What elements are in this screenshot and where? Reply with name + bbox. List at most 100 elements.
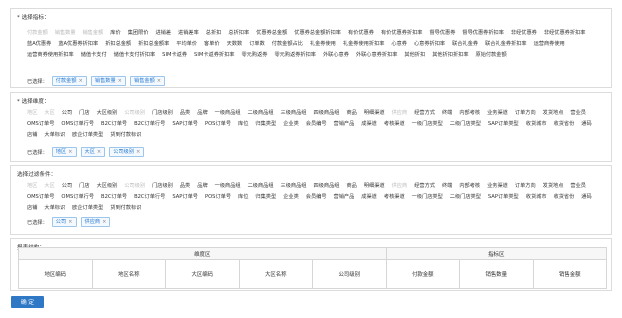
option-item[interactable]: 蓝A优惠券折扣率: [58, 40, 98, 48]
option-item[interactable]: B2C订单号: [101, 193, 127, 201]
close-icon[interactable]: ×: [68, 149, 72, 155]
option-item[interactable]: 公司级别: [124, 109, 145, 117]
report-column-cell[interactable]: 销售金额: [532, 259, 607, 289]
option-item[interactable]: 四级商品组: [314, 182, 340, 190]
option-item[interactable]: 供应商: [392, 182, 408, 190]
option-item[interactable]: 大区: [44, 182, 54, 190]
option-item[interactable]: SAP订单号: [172, 193, 198, 201]
option-item[interactable]: 通码: [581, 193, 591, 201]
option-item[interactable]: 品类: [180, 182, 190, 190]
option-item[interactable]: 门店: [79, 109, 89, 117]
option-item[interactable]: OMS订单号: [27, 120, 54, 128]
option-item[interactable]: 非经优惠券折扣率: [544, 29, 586, 37]
option-item[interactable]: 二级商品组: [248, 182, 274, 190]
option-item[interactable]: 零元购返券折扣率: [274, 51, 316, 59]
option-item[interactable]: SIM卡返券: [162, 51, 187, 59]
option-item[interactable]: 运营商券使用折扣率: [27, 51, 74, 59]
option-item[interactable]: 地区: [27, 182, 37, 190]
option-item[interactable]: 终端: [442, 182, 452, 190]
option-item[interactable]: 督导优惠券折扣率: [462, 29, 504, 37]
option-item[interactable]: 二级门店类型: [450, 193, 481, 201]
option-item[interactable]: 收货省份: [554, 120, 575, 128]
option-item[interactable]: 营业员: [570, 182, 586, 190]
option-item[interactable]: 内部考核: [459, 109, 480, 117]
option-item[interactable]: 礼金券使用: [310, 40, 336, 48]
report-column-cell[interactable]: 地区名称: [91, 259, 166, 289]
option-item[interactable]: 原始付款金额: [476, 51, 507, 59]
option-item[interactable]: SAP订单号: [172, 120, 198, 128]
option-item[interactable]: 联合礼金券: [452, 40, 478, 48]
option-item[interactable]: 欧企订单类型: [72, 131, 103, 139]
close-icon[interactable]: ×: [97, 149, 101, 155]
report-column-cell[interactable]: 地区编码: [18, 259, 93, 289]
option-item[interactable]: 公司: [62, 182, 72, 190]
close-icon[interactable]: ×: [136, 149, 140, 155]
option-item[interactable]: 门店级别: [152, 109, 173, 117]
close-icon[interactable]: ×: [79, 78, 83, 84]
option-item[interactable]: 一级商品组: [215, 109, 241, 117]
option-item[interactable]: 蓝A优惠券: [27, 40, 51, 48]
option-item[interactable]: 欧企订单类型: [72, 204, 103, 212]
option-item[interactable]: 销售数量: [55, 29, 76, 37]
option-item[interactable]: POS订单号: [205, 120, 231, 128]
option-item[interactable]: 销售金额: [83, 29, 104, 37]
option-item[interactable]: SAP订单类型: [488, 193, 519, 201]
option-item[interactable]: 品类: [180, 109, 190, 117]
selected-tag[interactable]: 供应商 ×: [80, 217, 111, 227]
option-item[interactable]: 考核渠道: [384, 120, 405, 128]
option-item[interactable]: 运营商券使用: [534, 40, 565, 48]
option-item[interactable]: 营销产品: [334, 193, 355, 201]
option-item[interactable]: 折扣总金额: [105, 40, 131, 48]
option-item[interactable]: 付款金额: [27, 29, 48, 37]
option-item[interactable]: 供应商: [392, 109, 408, 117]
selected-tag[interactable]: 大区 ×: [80, 147, 106, 157]
option-item[interactable]: 礼金券使用折扣率: [343, 40, 385, 48]
option-item[interactable]: 库位: [238, 120, 248, 128]
option-item[interactable]: POS订单号: [205, 193, 231, 201]
option-item[interactable]: 通码: [581, 120, 591, 128]
option-item[interactable]: 联合礼金券折扣率: [485, 40, 527, 48]
close-icon[interactable]: ×: [102, 219, 106, 225]
option-item[interactable]: 业务渠道: [487, 109, 508, 117]
option-item[interactable]: 大区: [44, 109, 54, 117]
close-icon[interactable]: ×: [118, 78, 122, 84]
option-item[interactable]: 天数数: [227, 40, 243, 48]
option-item[interactable]: 会员编号: [306, 193, 327, 201]
selected-tag[interactable]: 公司 ×: [51, 217, 77, 227]
option-item[interactable]: 总折扣率: [228, 29, 249, 37]
option-item[interactable]: 门店: [79, 182, 89, 190]
option-item[interactable]: 其他折扣: [404, 51, 425, 59]
option-item[interactable]: 大区级别: [97, 109, 118, 117]
option-item[interactable]: 订单方向: [515, 109, 536, 117]
option-item[interactable]: 订单方向: [515, 182, 536, 190]
option-item[interactable]: 库位: [238, 193, 248, 201]
option-item[interactable]: 收货城市: [526, 120, 547, 128]
option-item[interactable]: 店铺: [27, 204, 37, 212]
option-item[interactable]: 发货地点: [543, 182, 564, 190]
option-item[interactable]: 有价优惠券: [348, 29, 374, 37]
option-item[interactable]: 大单标识: [44, 131, 65, 139]
option-item[interactable]: 心意券折扣率: [414, 40, 445, 48]
option-item[interactable]: 其他折扣折扣率: [432, 51, 468, 59]
option-item[interactable]: 考核渠道: [384, 193, 405, 201]
report-column-cell[interactable]: 大区名称: [238, 259, 313, 289]
option-item[interactable]: 督导优惠券: [429, 29, 455, 37]
option-item[interactable]: 成渠道: [361, 120, 377, 128]
option-item[interactable]: 零元购返券: [241, 51, 267, 59]
option-item[interactable]: 付款金额占比: [272, 40, 303, 48]
report-column-cell[interactable]: 大区编码: [165, 259, 240, 289]
option-item[interactable]: OMS订单行号: [61, 193, 94, 201]
option-item[interactable]: 经营方式: [414, 109, 435, 117]
option-item[interactable]: 三级商品组: [281, 109, 307, 117]
option-item[interactable]: 商品: [346, 182, 356, 190]
option-item[interactable]: 公司级别: [124, 182, 145, 190]
option-item[interactable]: 平均单价: [176, 40, 197, 48]
option-item[interactable]: 会员编号: [306, 120, 327, 128]
option-item[interactable]: 业务渠道: [487, 182, 508, 190]
option-item[interactable]: SIM卡返券折扣率: [194, 51, 234, 59]
option-item[interactable]: 一级商品组: [215, 182, 241, 190]
option-item[interactable]: 公司: [62, 109, 72, 117]
option-item[interactable]: 大单标识: [44, 204, 65, 212]
option-item[interactable]: 非经优惠券: [511, 29, 537, 37]
option-item[interactable]: 企业类: [283, 193, 299, 201]
